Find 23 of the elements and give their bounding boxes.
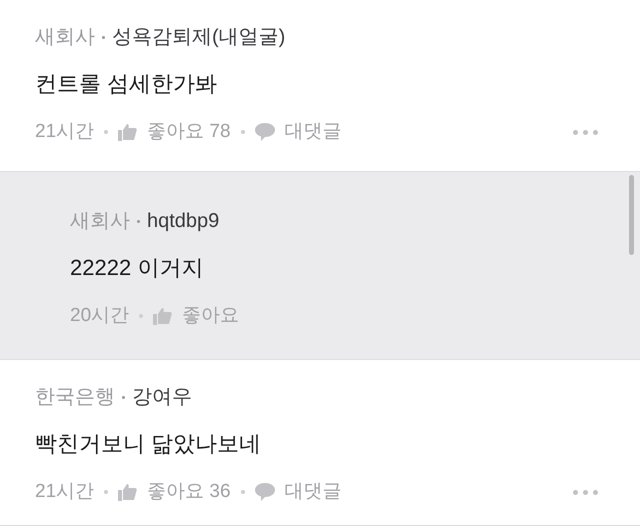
comment-text: 22222 이거지 [70,254,204,282]
reply-button[interactable]: 대댓글 [254,478,342,506]
like-button[interactable]: 좋아요 78 [118,118,231,146]
company-name: 새회사 [35,25,95,50]
scrollbar[interactable] [629,175,634,255]
comment-text: 빡친거보니 닮았나보네 [35,430,262,458]
company-name: 새회사 [70,209,130,234]
company-name: 한국은행 [35,385,115,410]
author-name: 강여우 [132,385,192,410]
like-button[interactable]: 좋아요 [153,302,240,330]
timestamp: 20시간 [70,304,130,328]
speech-bubble-icon [254,483,275,501]
speech-bubble-icon [254,123,275,141]
comment-text: 컨트롤 섬세한가봐 [35,70,218,98]
author-name: hqtdbp9 [147,209,220,234]
timestamp: 21시간 [35,120,94,144]
author-name: 성욕감퇴제(내얼굴) [112,25,286,50]
thumbs-up-icon [118,483,138,501]
thumbs-up-icon [153,307,172,325]
like-button[interactable]: 좋아요 36 [118,478,231,506]
timestamp: 21시간 [35,480,94,504]
thumbs-up-icon [118,123,138,141]
reply-button[interactable]: 대댓글 [254,118,342,146]
